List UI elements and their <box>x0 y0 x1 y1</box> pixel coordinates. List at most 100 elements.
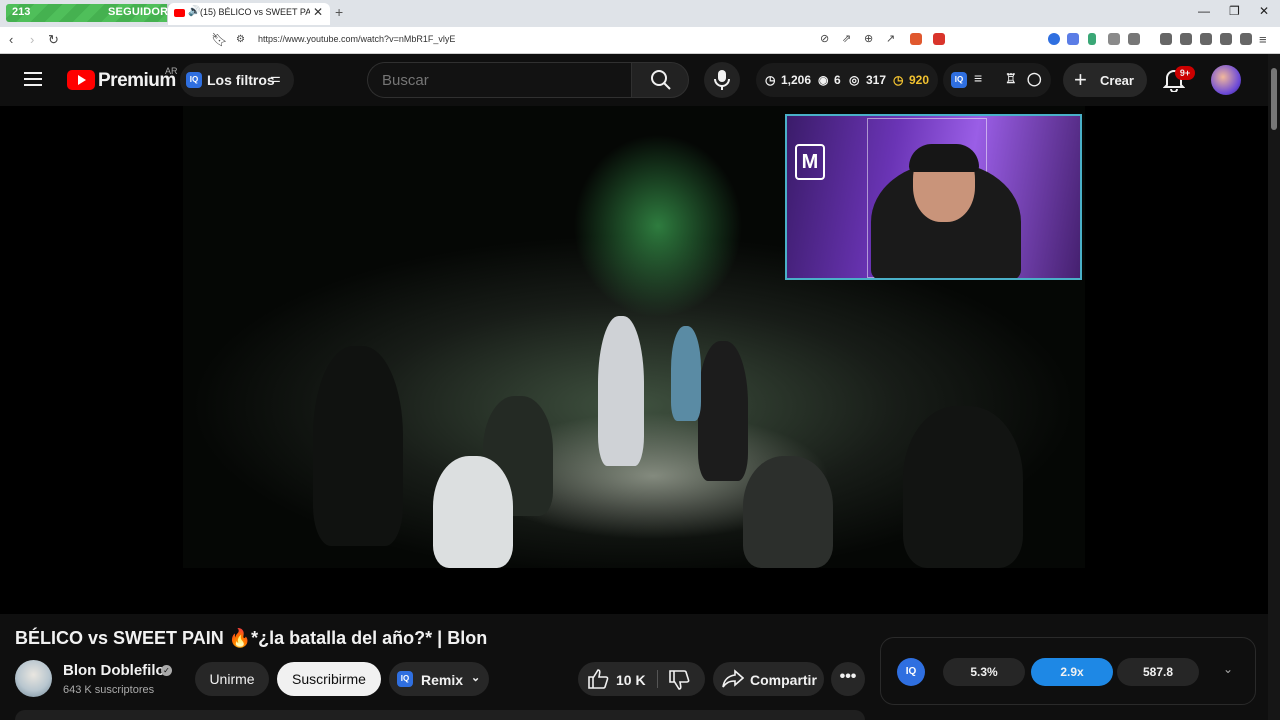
extensions-puzzle-icon[interactable] <box>1108 33 1120 45</box>
metric-chip[interactable]: 5.3% <box>943 658 1025 686</box>
browser-tab-strip: 213 SEGUIDORES 350 🔊 (15) BÉLICO vs SWEE… <box>0 0 1280 27</box>
maximize-icon[interactable]: ❐ <box>1229 4 1240 18</box>
browser-tab[interactable]: 🔊 (15) BÉLICO vs SWEET PAIN ✕ <box>168 3 330 25</box>
more-actions-icon[interactable]: ••• <box>831 662 865 696</box>
plus-icon: + <box>1074 67 1087 92</box>
eye-icon: ◉ <box>818 73 829 87</box>
person-figure <box>313 346 403 546</box>
back-icon[interactable]: ‹ <box>9 32 13 47</box>
iq-panel-icon[interactable]: IQ <box>897 658 925 686</box>
account-avatar[interactable] <box>1211 65 1241 95</box>
speaker-icon[interactable]: 🔊 <box>188 6 200 17</box>
sliders-icon: ⚌ <box>270 71 281 85</box>
metric-chip[interactable]: 587.8 <box>1117 658 1199 686</box>
brave-shield-icon[interactable] <box>910 33 922 45</box>
extension-icon[interactable] <box>1048 33 1060 45</box>
subscribe-button[interactable]: Suscribirme <box>277 662 381 696</box>
description-box[interactable] <box>15 710 865 720</box>
join-button[interactable]: Unirme <box>195 662 269 696</box>
tracking-icon[interactable]: ⊘ <box>820 32 829 45</box>
subscriber-count: 643 K suscriptores <box>63 684 155 696</box>
search-icon <box>651 70 671 90</box>
panel-icon[interactable] <box>1180 33 1192 45</box>
rewards-icon[interactable] <box>933 33 945 45</box>
thumbs-up-icon[interactable] <box>587 668 609 690</box>
follower-count: 213 <box>12 6 31 18</box>
share-button[interactable]: Compartir <box>713 662 824 696</box>
voice-search-button[interactable] <box>704 62 740 98</box>
new-tab-icon[interactable]: + <box>335 4 343 20</box>
person-figure <box>698 341 748 481</box>
like-count[interactable]: 10 K <box>616 672 646 688</box>
iq-logo-icon: IQ <box>186 72 202 88</box>
bookmark-icon[interactable]: 🔖︎ <box>211 32 228 48</box>
leo-icon[interactable] <box>1220 33 1232 45</box>
music-icon[interactable] <box>1160 33 1172 45</box>
youtube-favicon-icon <box>174 9 185 17</box>
chevron-down-icon: ⌄ <box>471 672 481 684</box>
stat-clock: 1,206 <box>781 73 812 87</box>
microphone-icon <box>714 70 730 90</box>
search-box[interactable] <box>367 62 631 98</box>
url-field[interactable]: https://www.youtube.com/watch?v=nMbR1F_v… <box>258 34 455 44</box>
close-tab-icon[interactable]: ✕ <box>313 5 323 19</box>
person-figure <box>598 316 644 466</box>
browser-address-bar: ‹ › ↻ 🔖︎ ⚙︎ https://www.youtube.com/watc… <box>0 27 1280 54</box>
region-code: AR <box>165 66 178 76</box>
wallet-icon[interactable] <box>1200 33 1212 45</box>
metric-chip-active[interactable]: 2.9x <box>1031 658 1113 686</box>
video-title: BÉLICO vs SWEET PAIN 🔥*¿la batalla del a… <box>15 628 488 648</box>
remix-button[interactable]: IQ Remix ⌄ <box>389 662 489 696</box>
scroll-thumb[interactable] <box>1271 68 1277 130</box>
share-label: Compartir <box>750 672 817 688</box>
verified-check-icon: ✓ <box>161 665 172 676</box>
youtube-header: Premium AR IQ Los filtros ⚌ ◷ 1,206 ◉ 6 … <box>0 54 1280 106</box>
youtube-logo-icon[interactable] <box>67 70 95 90</box>
streamer-webcam-overlay: M <box>785 114 1082 280</box>
streamer-cap <box>909 144 979 172</box>
trophy-icon[interactable]: ♖ <box>1005 71 1017 87</box>
reload-icon[interactable]: ↻ <box>48 32 59 48</box>
chat-icon[interactable]: ◯ <box>1027 71 1042 87</box>
sidebar-icon[interactable] <box>1128 33 1140 45</box>
menu-icon[interactable]: ≡ <box>1259 32 1267 47</box>
stat-eye: 6 <box>834 73 841 87</box>
share-icon <box>722 669 744 688</box>
search-button[interactable] <box>631 62 689 98</box>
share-page-icon[interactable]: ↗ <box>886 32 895 45</box>
video-player[interactable]: M <box>0 106 1268 614</box>
forward-icon[interactable]: › <box>30 32 34 47</box>
person-figure <box>671 326 701 421</box>
views-icon: ◎ <box>849 73 860 87</box>
filters-label: Los filtros <box>207 72 275 88</box>
person-figure <box>903 406 1023 568</box>
zoom-icon[interactable]: ⊕ <box>864 32 873 45</box>
remix-label: Remix <box>421 672 464 688</box>
hamburger-menu-icon[interactable] <box>24 72 42 86</box>
create-label: Crear <box>1100 73 1134 88</box>
thumbs-down-icon[interactable] <box>668 669 690 691</box>
list-icon[interactable]: ≡ <box>974 70 982 86</box>
iq-tool-icon[interactable]: IQ <box>951 72 967 88</box>
like-dislike-group: 10 K <box>578 662 705 696</box>
channel-name[interactable]: Blon Doblefilo <box>63 662 165 679</box>
clock-icon: ◷ <box>765 73 776 87</box>
chevron-down-icon[interactable]: ⌄ <box>1223 662 1233 676</box>
create-button[interactable]: + Crear <box>1063 63 1147 97</box>
search-input[interactable] <box>382 72 612 89</box>
close-window-icon[interactable]: ✕ <box>1259 4 1269 18</box>
open-external-icon[interactable]: ⇗ <box>842 32 851 45</box>
channel-neon-logo: M <box>795 144 825 180</box>
extension-x-icon[interactable] <box>1088 33 1096 45</box>
coin-clock-icon: ◷ <box>893 73 904 87</box>
translate-icon[interactable] <box>1067 33 1079 45</box>
vpn-icon[interactable] <box>1240 33 1252 45</box>
site-info-icon[interactable]: ⚙︎ <box>236 34 245 45</box>
tab-title: (15) BÉLICO vs SWEET PAIN <box>200 7 310 17</box>
minimize-icon[interactable]: — <box>1198 4 1210 18</box>
person-figure <box>433 456 513 568</box>
page-scrollbar[interactable] <box>1268 54 1280 720</box>
channel-avatar[interactable] <box>15 660 52 697</box>
tools-bar: IQ ≡ ♖ ◯ <box>943 63 1051 97</box>
filters-button[interactable]: IQ Los filtros ⚌ <box>180 63 294 97</box>
